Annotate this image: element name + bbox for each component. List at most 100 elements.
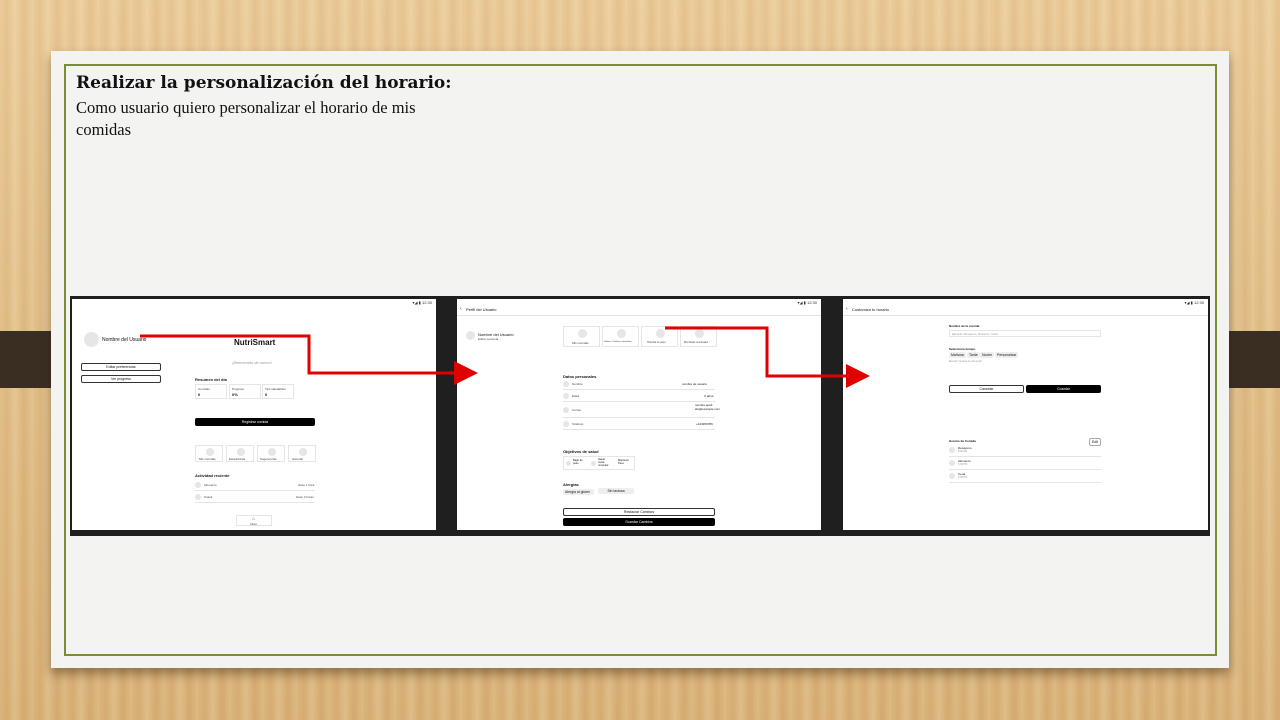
allergy-chip[interactable]: Sin lactosa (598, 488, 634, 494)
home-nav-button[interactable]: ⌂ Inicio (236, 515, 272, 526)
home-screen: ▾◢ ▮ 12:30 Nombre del Usuario Editar pre… (72, 299, 436, 530)
status-bar: ▾◢ ▮ 12:30 (797, 300, 817, 305)
profile-screen: ▾◢ ▮ 12:30 ‹ Perfil del Usuario Nombre d… (457, 299, 821, 530)
field-value[interactable]: X años (704, 394, 713, 398)
field-label: Correo (572, 408, 582, 412)
divider (563, 389, 715, 390)
meal-time: 8:00 PM (958, 476, 968, 479)
field-value[interactable]: nombre de usuario (682, 382, 707, 386)
personal-data-title: Datos personales (563, 374, 597, 379)
progress-button[interactable]: Ver progreso (81, 375, 161, 383)
status-bar: ▾◢ ▮ 12:30 (412, 300, 432, 305)
tab-icon (656, 329, 665, 338)
meal-icon (949, 460, 955, 466)
field-icon (563, 381, 569, 387)
status-bar: ▾◢ ▮ 12:30 (1184, 300, 1204, 305)
action-icon (237, 448, 245, 456)
field-label: Edad (572, 394, 580, 398)
time-chip-night[interactable]: Noche (980, 352, 995, 358)
app-name: NutriSmart (234, 338, 276, 347)
meal-name-input[interactable]: Ejemplo: Desayuno, Almuerzo, Cena (949, 330, 1101, 337)
allergies-title: Alergias (563, 482, 579, 487)
time-label: Selecciona tiempo (949, 347, 976, 351)
tab-icon (695, 329, 704, 338)
edit-chip[interactable]: Edit (1089, 438, 1102, 446)
header-divider (457, 315, 821, 316)
profile-tab-card[interactable]: Hábitos / Hábitos saludables (602, 326, 639, 347)
goals-group: Bajar de peso Ganar masa muscular Manten… (563, 456, 635, 470)
welcome-text: ¡Bienvenido de nuevo! (232, 360, 272, 365)
profile-tab-card[interactable]: Historial de peso (641, 326, 678, 347)
quick-action-card[interactable]: Historial (288, 445, 316, 462)
slide-subtitle: Como usuario quiero personalizar el hora… (76, 98, 416, 139)
time-chip-morning[interactable]: Mañana (949, 352, 966, 358)
back-arrow-icon[interactable]: ‹ (460, 306, 462, 312)
allergy-chip[interactable]: Alergia al gluten (563, 489, 594, 495)
header-divider (843, 315, 1208, 316)
divider (563, 429, 715, 430)
tab-icon (578, 329, 587, 338)
divider (949, 469, 1101, 470)
meal-icon (949, 473, 955, 479)
edit-preferences-button[interactable]: Editar preferencias (81, 363, 161, 371)
schedule-title: Horario de Comida (949, 439, 976, 443)
tab-icon (617, 329, 626, 338)
back-arrow-icon[interactable]: ‹ (846, 306, 848, 312)
time-chip-custom[interactable]: Personalizar (995, 352, 1019, 358)
schedule-screen: ▾◢ ▮ 12:30 ‹ Customiza tu horario Nombre… (843, 299, 1208, 530)
meal-name-label: Nombre de la comida (949, 324, 980, 328)
summary-title: Resumen del día (195, 377, 227, 382)
field-icon (563, 393, 569, 399)
field-label: Teléfono (572, 422, 584, 426)
quick-action-card[interactable]: Sugerencias (257, 445, 285, 462)
field-label: Nombre (572, 382, 583, 386)
cancel-button[interactable]: Cancelar (949, 385, 1024, 393)
action-icon (268, 448, 276, 456)
avatar[interactable] (84, 332, 99, 347)
action-icon (206, 448, 214, 456)
meal-time: 1:00 PM (958, 463, 968, 466)
user-subtitle: Editar personal (478, 337, 499, 341)
divider (563, 417, 715, 418)
field-icon (563, 407, 569, 413)
quick-action-card[interactable]: Mis comidas (195, 445, 223, 462)
goal-radio[interactable] (591, 461, 596, 466)
slide-title: Realizar la personalización del horario: (76, 73, 452, 93)
activity-name: Almuerzo (204, 483, 217, 487)
field-value[interactable]: +123456789 (696, 422, 713, 426)
time-hint: Elección horaria de ello.ampli (949, 360, 982, 363)
save-changes-button[interactable]: Guardar Cambios (563, 518, 715, 526)
quick-action-card[interactable]: Estadísticas (226, 445, 254, 462)
avatar[interactable] (466, 331, 475, 340)
activity-icon (195, 494, 201, 500)
stat-card: Comidas 0 (195, 384, 227, 399)
divider (563, 401, 715, 402)
stat-card: Progreso 0% (229, 384, 261, 399)
screenshots-strip: ▾◢ ▮ 12:30 Nombre del Usuario Editar pre… (70, 296, 1210, 536)
schedule-header: Customiza tu horario (852, 307, 889, 312)
goal-radio[interactable] (566, 461, 571, 466)
field-icon (563, 421, 569, 427)
activity-title: Actividad reciente (195, 473, 230, 478)
divider (949, 482, 1101, 483)
profile-header: Perfil del Usuario (466, 307, 497, 312)
register-meal-button[interactable]: Registrar comida (195, 418, 315, 426)
field-value[interactable]: nombre.apell ido@example.com (695, 403, 720, 411)
action-icon (299, 448, 307, 456)
divider (949, 456, 1101, 457)
activity-icon (195, 482, 201, 488)
stat-card: Tips saludables 0 (262, 384, 294, 399)
activity-time: Hace 1 hora (298, 483, 315, 487)
meal-time: 8:00 AM (958, 450, 968, 453)
divider (195, 490, 315, 491)
user-name: Nombre del Usuario (102, 337, 147, 343)
meal-icon (949, 447, 955, 453)
health-goals-title: Objetivos de salud (563, 449, 599, 454)
profile-tab-card[interactable]: Mis comidas (563, 326, 600, 347)
divider (195, 502, 315, 503)
restore-changes-button[interactable]: Restaurar Cambios (563, 508, 715, 516)
time-chip-afternoon[interactable]: Tarde (967, 352, 980, 358)
activity-name: Snack (204, 495, 213, 499)
profile-tab-card[interactable]: Mis Metas semanales (680, 326, 717, 347)
save-button[interactable]: Guardar (1026, 385, 1101, 393)
